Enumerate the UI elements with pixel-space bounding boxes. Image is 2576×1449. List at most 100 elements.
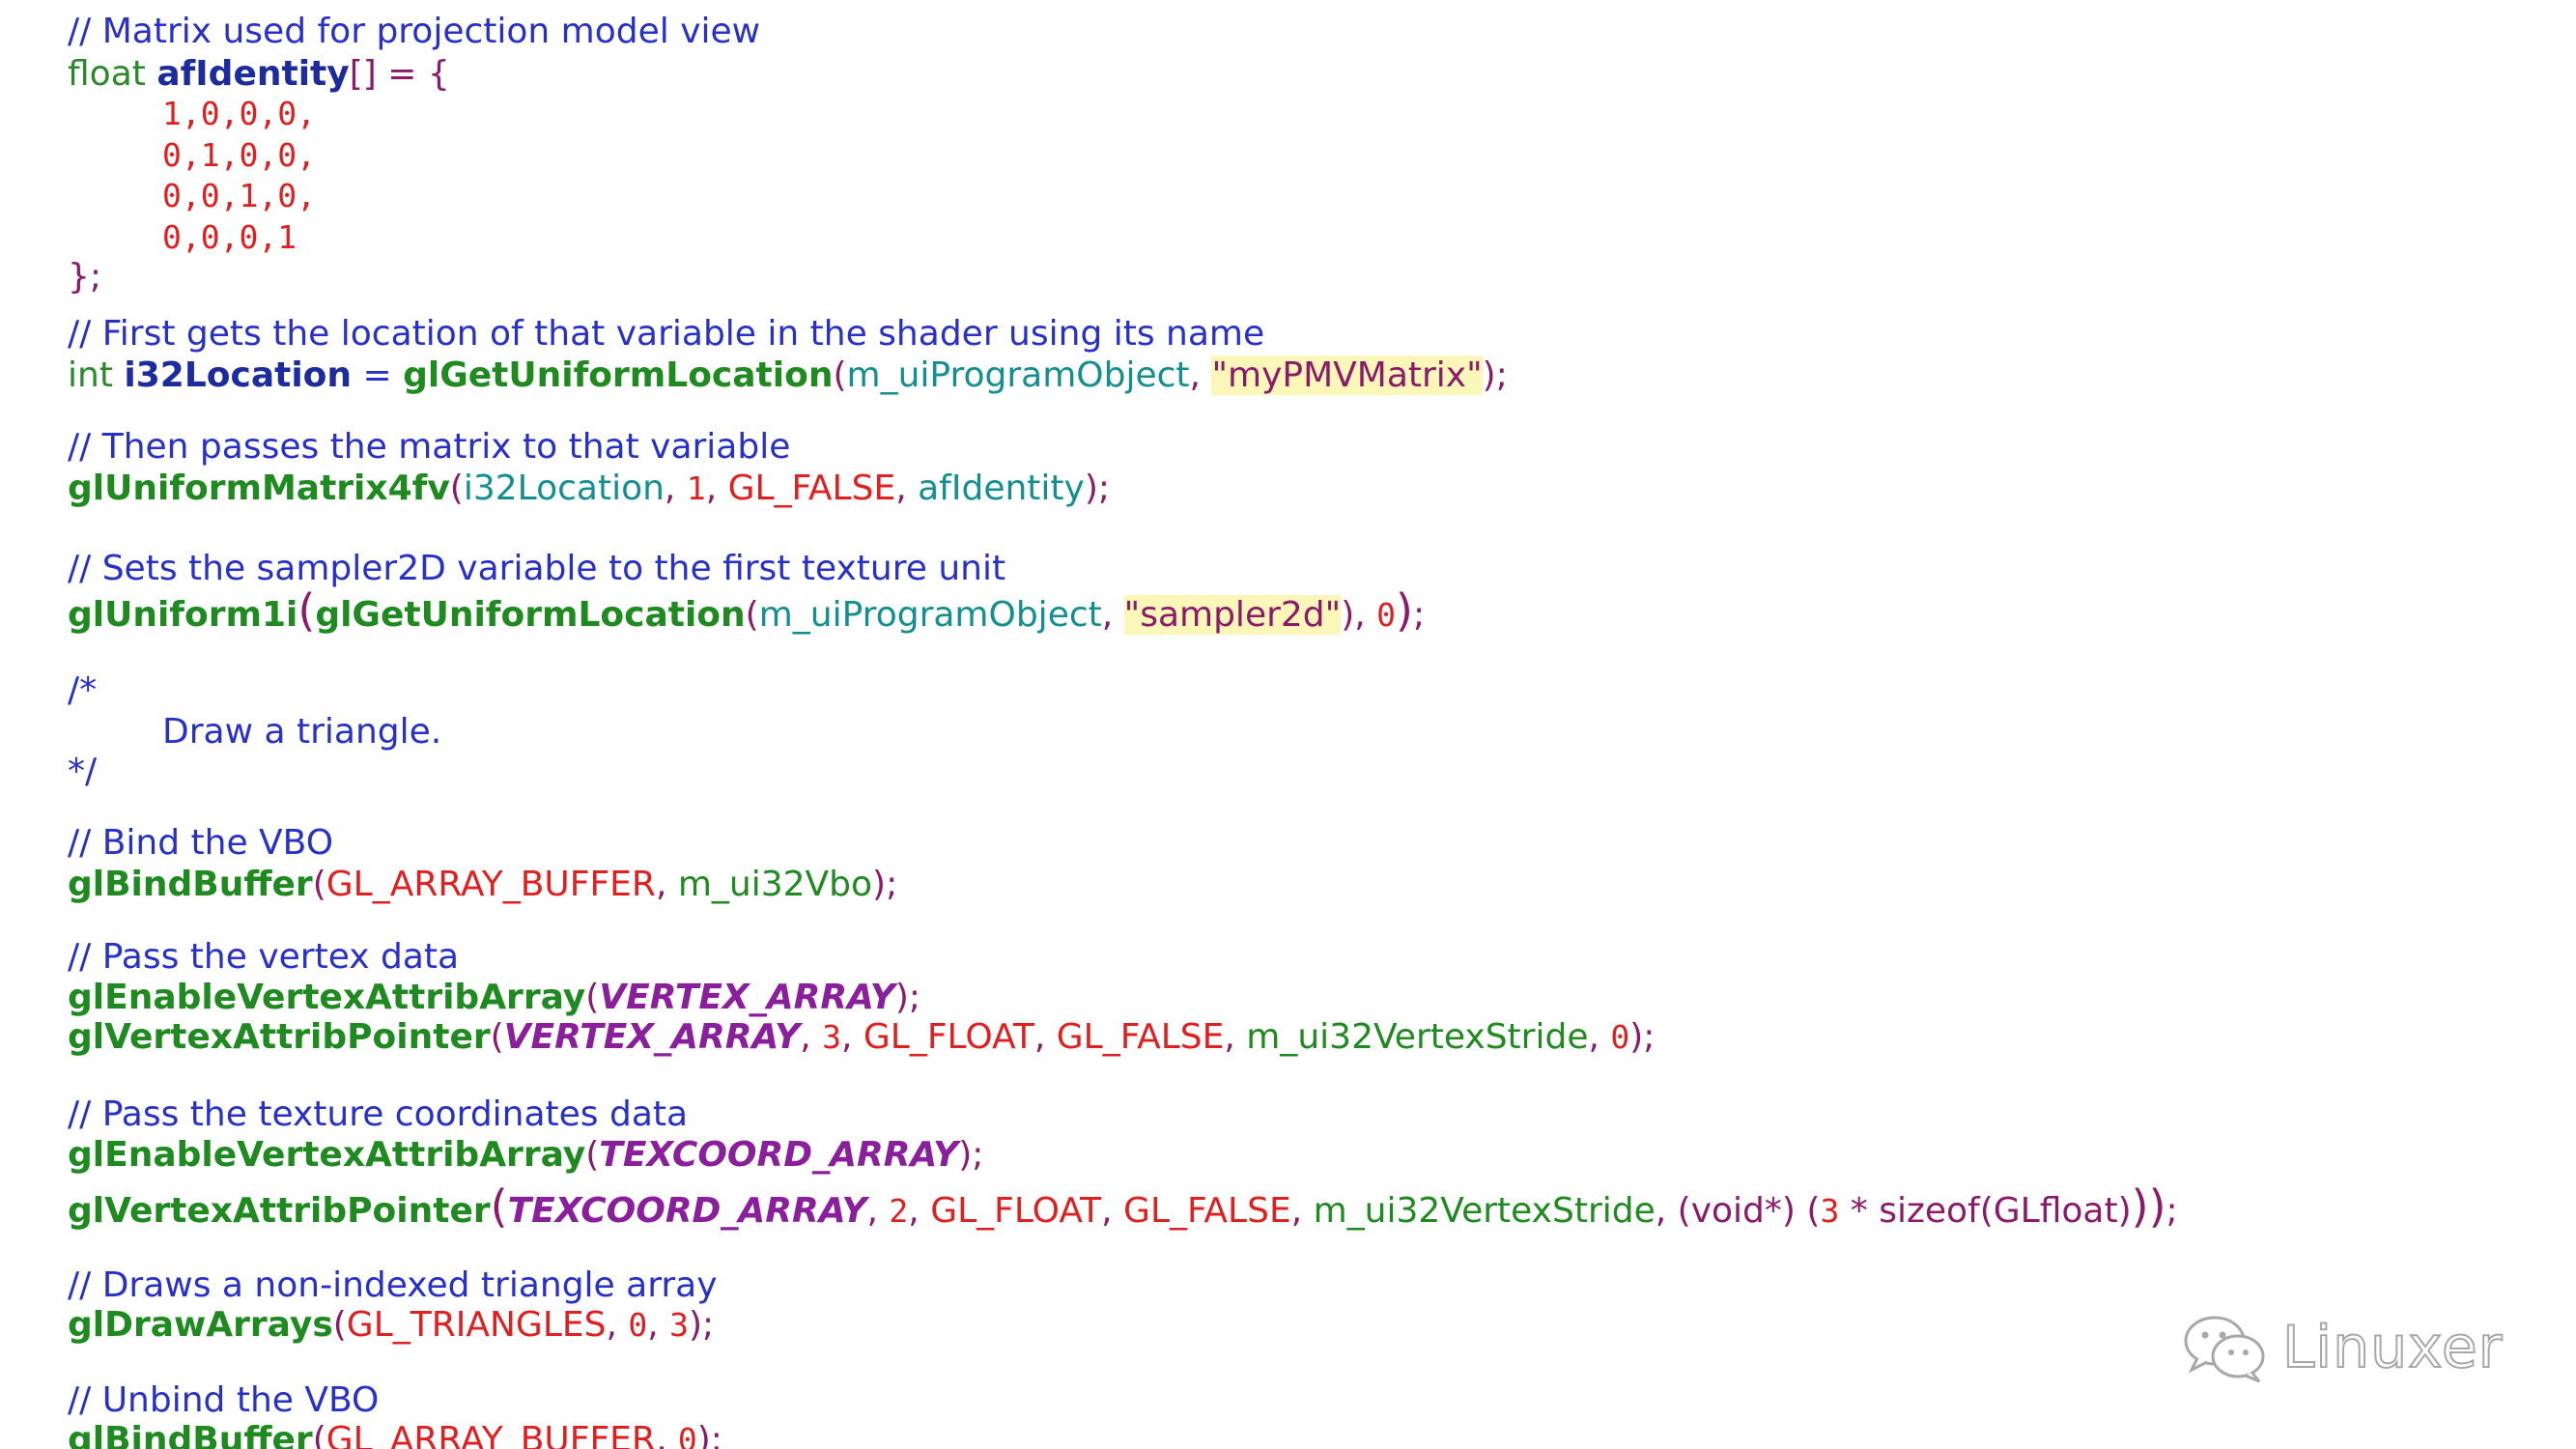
code-line[interactable]: // First gets the location of that varia… bbox=[68, 315, 1264, 354]
code-token: Draw a triangle. bbox=[162, 712, 442, 752]
code-token: m_ui32VertexStride bbox=[1246, 1017, 1589, 1057]
code-line[interactable]: Draw a triangle. bbox=[162, 713, 441, 752]
code-token: ; bbox=[2166, 1191, 2178, 1231]
code-token: GL_FLOAT bbox=[863, 1017, 1034, 1057]
code-token: // Unbind the VBO bbox=[68, 1380, 380, 1420]
code-line[interactable]: */ bbox=[68, 753, 97, 791]
code-token: )) bbox=[2131, 1180, 2166, 1233]
code-token: glGetUniformLocation bbox=[403, 355, 834, 395]
code-line[interactable]: // Pass the vertex data bbox=[68, 938, 459, 977]
code-line[interactable]: // Draws a non-indexed triangle array bbox=[68, 1266, 718, 1305]
code-token: ( bbox=[332, 1305, 347, 1345]
code-token: TEXCOORD_ARRAY bbox=[599, 1135, 959, 1175]
code-token: ( bbox=[312, 1420, 326, 1449]
code-token: glUniform1i bbox=[68, 595, 298, 635]
code-token: , bbox=[1189, 355, 1212, 395]
code-token: // Pass the vertex data bbox=[68, 937, 460, 977]
code-token: ); bbox=[1629, 1017, 1656, 1057]
code-token: GL_ARRAY_BUFFER bbox=[326, 1420, 656, 1449]
code-token: ) bbox=[1396, 584, 1413, 637]
code-token: 0,0,1,0, bbox=[162, 177, 316, 214]
code-token: ( bbox=[585, 978, 600, 1017]
code-token: ); bbox=[872, 865, 898, 904]
code-token: , bbox=[1101, 595, 1124, 635]
code-token: VERTEX_ARRAY bbox=[503, 1017, 801, 1057]
code-token: 0,0,0,1 bbox=[162, 218, 297, 256]
code-line[interactable]: glVertexAttribPointer(VERTEX_ARRAY, 3, G… bbox=[68, 1018, 1655, 1057]
code-line[interactable]: 1,0,0,0, bbox=[162, 95, 316, 133]
code-token: ( bbox=[312, 865, 326, 904]
code-token: GL_FALSE bbox=[727, 469, 896, 508]
code-token: ( bbox=[490, 1017, 504, 1057]
code-token: , bbox=[606, 1305, 629, 1345]
code-line[interactable]: glEnableVertexAttribArray(VERTEX_ARRAY); bbox=[68, 979, 920, 1017]
code-token: m_ui32VertexStride bbox=[1313, 1191, 1656, 1231]
code-line[interactable]: }; bbox=[68, 258, 101, 297]
code-token: glEnableVertexAttribArray bbox=[68, 978, 586, 1017]
code-line[interactable]: glDrawArrays(GL_TRIANGLES, 0, 3); bbox=[68, 1306, 714, 1345]
code-token: // Bind the VBO bbox=[68, 823, 334, 863]
code-line[interactable]: // Sets the sampler2D variable to the fi… bbox=[68, 550, 1005, 588]
code-token: ); bbox=[696, 1420, 722, 1449]
code-token: GL_FLOAT bbox=[930, 1191, 1102, 1231]
code-token: ( bbox=[297, 584, 316, 637]
code-token: , bbox=[655, 865, 678, 904]
code-token: */ bbox=[68, 752, 98, 791]
code-token: , bbox=[1224, 1017, 1247, 1057]
code-line[interactable]: 0,1,0,0, bbox=[162, 136, 316, 175]
code-token: GL_FALSE bbox=[1056, 1017, 1225, 1057]
code-line[interactable]: int i32Location = glGetUniformLocation(m… bbox=[68, 355, 1508, 395]
code-line[interactable]: // Unbind the VBO bbox=[68, 1381, 379, 1420]
code-token: float bbox=[68, 54, 157, 94]
code-line[interactable]: glEnableVertexAttribArray(TEXCOORD_ARRAY… bbox=[68, 1136, 983, 1175]
code-token: glVertexAttribPointer bbox=[68, 1191, 491, 1231]
code-token: , bbox=[1588, 1017, 1611, 1057]
code-line[interactable]: // Pass the texture coordinates data bbox=[68, 1095, 688, 1134]
code-line[interactable]: 0,0,0,1 bbox=[162, 218, 297, 257]
code-line[interactable]: // Matrix used for projection model view bbox=[68, 13, 760, 51]
code-token: 0,1,0,0, bbox=[162, 136, 316, 174]
code-token: // Then passes the matrix to that variab… bbox=[68, 427, 791, 467]
code-token: , bbox=[1290, 1191, 1314, 1231]
code-token: afIdentity bbox=[156, 54, 350, 94]
code-line[interactable]: // Bind the VBO bbox=[68, 824, 333, 863]
code-token: 1 bbox=[686, 469, 706, 507]
code-token: ); bbox=[1482, 355, 1508, 395]
code-editor[interactable]: // Matrix used for projection model view… bbox=[0, 0, 2576, 1449]
code-token: glVertexAttribPointer bbox=[68, 1017, 491, 1057]
code-token: , bbox=[841, 1017, 863, 1057]
code-token: , bbox=[664, 469, 687, 508]
code-token: , bbox=[800, 1017, 823, 1057]
code-token: glBindBuffer bbox=[68, 1420, 313, 1449]
code-token: "myPMVMatrix" bbox=[1211, 355, 1483, 395]
code-token: // Draws a non-indexed triangle array bbox=[68, 1265, 718, 1305]
code-token: i32Location bbox=[124, 355, 353, 395]
code-token: // Matrix used for projection model view bbox=[68, 12, 761, 51]
code-token: [] = { bbox=[349, 54, 450, 94]
code-line[interactable]: glBindBuffer(GL_ARRAY_BUFFER, m_ui32Vbo)… bbox=[68, 866, 897, 904]
code-line[interactable]: glUniform1i(glGetUniformLocation(m_uiPro… bbox=[68, 588, 1425, 635]
code-token: ( bbox=[745, 595, 759, 635]
code-token: // Sets the sampler2D variable to the fi… bbox=[68, 549, 1006, 588]
code-line[interactable]: // Then passes the matrix to that variab… bbox=[68, 428, 790, 467]
code-token: ( bbox=[833, 355, 847, 395]
code-token: ( bbox=[449, 469, 464, 508]
code-token: TEXCOORD_ARRAY bbox=[507, 1191, 867, 1231]
code-token: 1,0,0,0, bbox=[162, 95, 316, 132]
code-line[interactable]: glVertexAttribPointer (TEXCOORD_ARRAY, 2,… bbox=[68, 1184, 2178, 1231]
code-line[interactable]: glBindBuffer(GL_ARRAY_BUFFER, 0); bbox=[68, 1421, 722, 1449]
code-token: 0 bbox=[677, 1421, 697, 1449]
code-line[interactable]: /* bbox=[68, 671, 97, 710]
watermark: Linuxer bbox=[2178, 1309, 2526, 1386]
code-token: * sizeof(GLfloat) bbox=[1839, 1191, 2132, 1231]
code-token: glEnableVertexAttribArray bbox=[68, 1135, 586, 1175]
code-token: glDrawArrays bbox=[68, 1305, 333, 1345]
code-line[interactable]: 0,0,1,0, bbox=[162, 177, 316, 215]
code-token: , bbox=[908, 1191, 931, 1231]
code-token: 2 bbox=[889, 1192, 909, 1230]
code-token: GL_FALSE bbox=[1123, 1191, 1291, 1231]
code-token: ); bbox=[1084, 469, 1111, 508]
code-token: ), bbox=[1341, 595, 1377, 635]
code-line[interactable]: float afIdentity[] = { bbox=[68, 55, 450, 94]
code-line[interactable]: glUniformMatrix4fv(i32Location, 1, GL_FA… bbox=[68, 469, 1110, 508]
